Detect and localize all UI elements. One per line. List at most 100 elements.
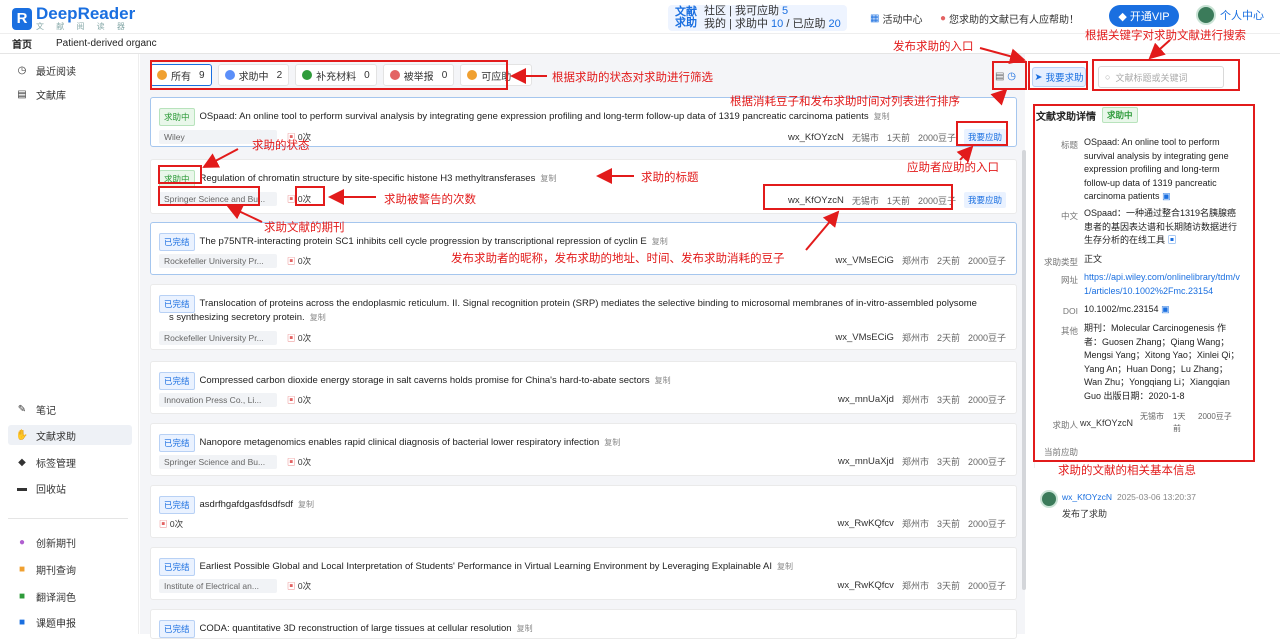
copy-button[interactable]: 复制: [655, 374, 671, 388]
warning-icon: ▣: [287, 256, 296, 266]
annotation-publish-entry: 发布求助的入口: [893, 41, 974, 53]
vip-button[interactable]: ◆ 开通VIP: [1109, 5, 1179, 27]
breadcrumb-home[interactable]: 首页: [0, 36, 44, 51]
pending-count: 10: [771, 18, 784, 30]
app-name: DeepReader: [36, 4, 136, 23]
my-label: 我的 | 求助中: [704, 18, 768, 30]
warning-count-text: 0次: [297, 395, 312, 405]
copy-button[interactable]: 复制: [298, 498, 314, 512]
request-title[interactable]: Regulation of chromatin structure by sit…: [200, 172, 536, 186]
annotation-sort: 根据消耗豆子和发布求助时间对列表进行排序: [730, 96, 960, 108]
sidebar-item-translate[interactable]: ■ 翻译润色: [8, 586, 132, 606]
search-highlight-box: [1092, 59, 1240, 91]
respond-button[interactable]: 我要应助: [963, 192, 1006, 208]
app-logo[interactable]: R DeepReader 文 献 阅 读 器: [12, 4, 136, 31]
responded-label: / 已应助: [783, 18, 826, 30]
request-card[interactable]: 已完结 CODA: quantitative 3D reconstruction …: [150, 609, 1017, 639]
request-title[interactable]: Nanopore metagenomics enables rapid clin…: [200, 436, 600, 450]
community-label: 社区 | 我可应助: [704, 5, 779, 17]
detail-highlight-box: [1033, 104, 1255, 462]
sidebar-item-tags[interactable]: ◆ 标签管理: [8, 452, 132, 472]
my-row[interactable]: 我的 | 求助中 10 / 已应助 20: [704, 18, 841, 31]
respond-highlight-box: [956, 121, 1008, 146]
filter-count: 2: [519, 69, 525, 81]
request-time: 2天前: [936, 333, 960, 343]
request-title[interactable]: asdrfhgafdgasfdsdfsdf: [200, 498, 293, 512]
sidebar-item-label: 课题申报: [36, 618, 76, 630]
requester-nick: wx_RwKQfcv: [837, 518, 894, 529]
comment-time: 2025-03-06 13:20:37: [1117, 492, 1196, 502]
community-row[interactable]: 社区 | 我可应助 5: [704, 5, 841, 18]
help-summary[interactable]: 文献求助 社区 | 我可应助 5 我的 | 求助中 10 / 已应助 20: [668, 5, 847, 31]
journal-badge: Rockefeller University Pr...: [159, 331, 277, 345]
request-card[interactable]: 已完结 Translocation of proteins across the …: [150, 284, 1017, 350]
sidebar-item-journal-query[interactable]: ■ 期刊查询: [8, 559, 132, 579]
request-beans: 2000豆子: [917, 132, 956, 143]
activity-label: 活动中心: [882, 15, 923, 26]
request-time: 3天前: [936, 519, 960, 529]
copy-button[interactable]: 复制: [777, 560, 793, 574]
clock-icon: ◷: [17, 64, 27, 76]
request-card[interactable]: 已完结 Earliest Possible Global and Local In…: [150, 547, 1017, 600]
warning-icon: ▣: [287, 457, 296, 467]
request-title-line2[interactable]: s synthesizing secretory protein.: [169, 311, 305, 325]
activity-center-link[interactable]: ▦ 活动中心: [870, 11, 922, 26]
annotation-publisher: 发布求助者的昵称，发布求助的地址、时间、发布求助消耗的豆子: [451, 253, 785, 265]
request-time: 2天前: [936, 256, 960, 266]
request-beans: 2000豆子: [967, 581, 1006, 591]
annotation-search: 根据关键字对求助文献进行搜索: [1085, 30, 1246, 42]
sidebar-item-project[interactable]: ■ 课题申报: [8, 612, 132, 632]
status-badge: 已完结: [159, 372, 195, 390]
sidebar-item-recent[interactable]: ◷ 最近阅读: [8, 60, 132, 80]
request-card[interactable]: 已完结 Compressed carbon dioxide energy stor…: [150, 361, 1017, 414]
list-scrollbar[interactable]: [1022, 150, 1026, 590]
bulb-icon: ●: [18, 536, 26, 548]
notification-link[interactable]: ● 您求助的文献已有人应帮助！: [940, 11, 1079, 26]
copy-button[interactable]: 复制: [604, 436, 620, 450]
trash-icon: ▬: [17, 482, 27, 494]
avatar: [1040, 490, 1058, 508]
sidebar-item-notes[interactable]: ✎ 笔记: [8, 399, 132, 419]
request-title[interactable]: Translocation of proteins across the end…: [200, 297, 977, 311]
requester-city: 郑州市: [901, 581, 929, 591]
request-card[interactable]: 已完结 asdrfhgafdgasfdsdfsdf 复制 ▣ 0次 wx_RwKQf…: [150, 485, 1017, 538]
copy-button[interactable]: 复制: [874, 110, 890, 124]
journal-badge: Rockefeller University Pr...: [159, 254, 277, 268]
status-highlight-box: [158, 165, 202, 184]
annotation-detail: 求助的文献的相关基本信息: [1058, 465, 1196, 477]
copy-button[interactable]: 复制: [310, 311, 326, 325]
request-time: 3天前: [936, 581, 960, 591]
request-card[interactable]: 已完结 Nanopore metagenomics enables rapid c…: [150, 423, 1017, 476]
warning-icon: ▣: [287, 395, 296, 405]
sidebar-item-library[interactable]: ▤ 文献库: [8, 84, 132, 104]
sidebar-item-help[interactable]: ✋ 文献求助: [8, 425, 132, 445]
sidebar-item-label: 回收站: [36, 484, 66, 496]
warning-count: ▣ 0次: [159, 518, 183, 530]
request-title[interactable]: Earliest Possible Global and Local Inter…: [200, 560, 773, 574]
annotation-warning: 求助被警告的次数: [384, 194, 476, 206]
request-title[interactable]: OSpaad: An online tool to perform surviv…: [200, 110, 869, 124]
journal-icon: ■: [18, 563, 26, 575]
warning-count: ▣ 0次: [287, 456, 311, 468]
sidebar-item-trash[interactable]: ▬ 回收站: [8, 478, 132, 498]
responded-count: 20: [828, 18, 841, 30]
status-badge: 已完结: [159, 233, 195, 251]
request-title[interactable]: Compressed carbon dioxide energy storage…: [200, 374, 650, 388]
status-badge: 求助中: [159, 108, 195, 126]
warning-count-text: 0次: [297, 333, 312, 343]
requester-city: 郑州市: [901, 395, 929, 405]
breadcrumb-current[interactable]: Patient-derived organc: [44, 38, 169, 49]
copy-button[interactable]: 复制: [540, 172, 556, 186]
sidebar-item-label: 期刊查询: [36, 565, 76, 577]
copy-button[interactable]: 复制: [652, 235, 668, 249]
bell-icon: ●: [940, 13, 947, 24]
post-highlight-box: [1028, 61, 1088, 90]
sidebar-item-label: 笔记: [36, 405, 56, 417]
request-title[interactable]: The p75NTR-interacting protein SC1 inhib…: [200, 235, 647, 249]
sidebar-item-innovation[interactable]: ● 创新期刊: [8, 532, 132, 552]
requester-city: 郑州市: [901, 256, 929, 266]
comment-text: 发布了求助: [1062, 509, 1108, 519]
logo-icon: R: [12, 7, 32, 30]
user-center[interactable]: 个人中心: [1196, 5, 1264, 25]
comment-nick[interactable]: wx_KfOYzcN: [1062, 492, 1112, 502]
